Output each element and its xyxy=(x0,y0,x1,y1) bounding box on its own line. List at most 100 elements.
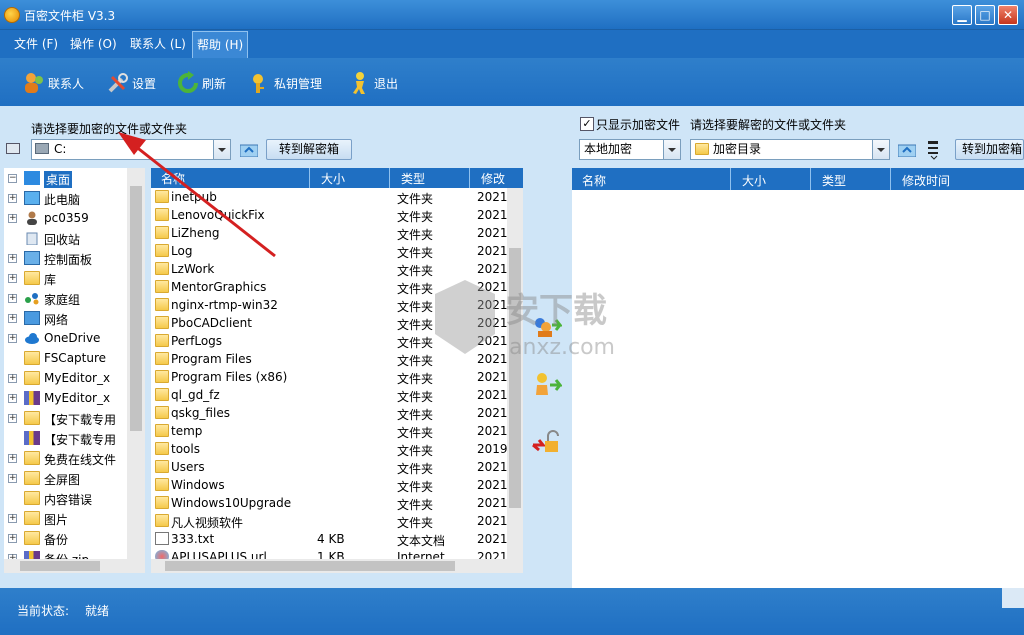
folder-icon xyxy=(695,143,709,155)
file-type: 文本文档 xyxy=(397,534,446,548)
minimize-button[interactable]: ▁ xyxy=(952,5,972,25)
folder-icon xyxy=(155,280,169,293)
tree-item[interactable]: + 图片 xyxy=(4,508,127,528)
expand-toggle-icon[interactable]: + xyxy=(8,374,17,383)
tree-item[interactable]: + 家庭组 xyxy=(4,288,127,308)
folder-icon xyxy=(155,298,169,311)
folder-up-icon[interactable] xyxy=(897,143,917,158)
col-size[interactable]: 大小 xyxy=(742,172,766,189)
file-row[interactable]: ql_gd_fz 文件夹 2021- xyxy=(151,386,512,404)
tree-item-label: OneDrive xyxy=(44,331,101,345)
file-size: 4 KB xyxy=(317,532,345,546)
file-name: Windows xyxy=(171,478,225,492)
expand-toggle-icon[interactable]: + xyxy=(8,334,17,343)
file-row[interactable]: Windows 文件夹 2021- xyxy=(151,476,512,494)
tree-item[interactable]: + MyEditor_x xyxy=(4,388,127,408)
tree-item[interactable]: + OneDrive xyxy=(4,328,127,348)
chevron-down-icon[interactable] xyxy=(872,140,889,159)
col-size[interactable]: 大小 xyxy=(321,170,345,187)
tree-item[interactable]: 内容错误 xyxy=(4,488,127,508)
network-icon xyxy=(24,311,40,325)
file-name: 凡人视频软件 xyxy=(171,516,244,530)
folder-icon xyxy=(155,352,169,365)
file-type: 文件夹 xyxy=(397,228,434,242)
tree-horizontal-scrollbar[interactable] xyxy=(4,559,145,573)
file-row[interactable]: 凡人视频软件 文件夹 2021- xyxy=(151,512,512,530)
expand-toggle-icon[interactable]: + xyxy=(8,534,17,543)
tree-item[interactable]: 【安下载专用 xyxy=(4,428,127,448)
tree-item[interactable]: + 库 xyxy=(4,268,127,288)
file-name: PerfLogs xyxy=(171,334,223,348)
tree-hscroll-thumb[interactable] xyxy=(20,561,100,571)
expand-toggle-icon[interactable]: + xyxy=(8,414,17,423)
file-row[interactable]: tools 文件夹 2019- xyxy=(151,440,512,458)
expand-toggle-icon[interactable]: + xyxy=(8,394,17,403)
col-type[interactable]: 类型 xyxy=(822,172,846,189)
tree-item[interactable]: + 【安下载专用 xyxy=(4,408,127,428)
expand-toggle-icon[interactable]: + xyxy=(8,294,17,303)
file-type: 文件夹 xyxy=(397,516,434,530)
maximize-button[interactable]: □ xyxy=(975,5,995,25)
col-type[interactable]: 类型 xyxy=(401,170,425,187)
file-horizontal-scrollbar[interactable] xyxy=(151,559,523,573)
location-select[interactable]: 本地加密 xyxy=(579,139,681,160)
goto-encrypt-box-button[interactable]: 转到加密箱 xyxy=(955,139,1024,160)
folder-icon xyxy=(155,334,169,347)
file-name: qskg_files xyxy=(171,406,230,420)
folder-icon xyxy=(155,370,169,383)
expand-toggle-icon[interactable]: + xyxy=(8,314,17,323)
tree-item-label: MyEditor_x xyxy=(44,371,111,385)
chevron-down-icon[interactable] xyxy=(663,140,680,159)
file-name: Windows10Upgrade xyxy=(171,496,292,510)
expand-toggle-icon[interactable]: + xyxy=(8,454,17,463)
tree-item[interactable]: FSCapture xyxy=(4,348,127,368)
tree-item-label: 【安下载专用 xyxy=(44,413,117,427)
folder-icon xyxy=(155,478,169,491)
expand-toggle-icon[interactable]: + xyxy=(8,274,17,283)
tree-item[interactable]: + 备份 xyxy=(4,528,127,548)
folder-icon xyxy=(155,514,169,527)
file-type: 文件夹 xyxy=(397,444,434,458)
show-encrypted-checkbox[interactable]: ✓ xyxy=(580,117,594,131)
decrypt-button[interactable] xyxy=(531,430,561,456)
folder-icon xyxy=(24,371,40,385)
col-modified[interactable]: 修改时间 xyxy=(902,172,950,189)
expand-toggle-icon[interactable]: + xyxy=(8,514,17,523)
folder-icon xyxy=(24,351,40,365)
folder-icon xyxy=(155,442,169,455)
tree-item-label: FSCapture xyxy=(44,351,107,365)
file-row[interactable]: Users 文件夹 2021- xyxy=(151,458,512,476)
file-row[interactable]: Program Files (x86) 文件夹 2021- xyxy=(151,368,512,386)
list-view-icon[interactable] xyxy=(927,140,941,160)
tree-item[interactable]: + 免费在线文件 xyxy=(4,448,127,468)
exit-icon xyxy=(348,71,372,95)
text-file-icon xyxy=(155,532,169,545)
file-name: PboCADclient xyxy=(171,316,252,330)
right-panel-label: 请选择要解密的文件或文件夹 xyxy=(690,118,847,132)
file-name: nginx-rtmp-win32 xyxy=(171,298,278,312)
file-type: 文件夹 xyxy=(397,426,434,440)
file-row[interactable]: temp 文件夹 2021- xyxy=(151,422,512,440)
tree-item[interactable]: + MyEditor_x xyxy=(4,368,127,388)
library-icon xyxy=(24,271,40,285)
file-row[interactable]: 333.txt 4 KB 文本文档 2021- xyxy=(151,530,512,548)
close-button[interactable]: ✕ xyxy=(998,5,1018,25)
file-name: MentorGraphics xyxy=(171,280,267,294)
expand-toggle-icon[interactable]: + xyxy=(8,474,17,483)
file-name: 333.txt xyxy=(171,532,215,546)
exit-button[interactable]: 退出 xyxy=(348,68,398,98)
file-type: 文件夹 xyxy=(397,498,434,512)
tree-item-label: 全屏图 xyxy=(44,473,81,487)
encrypt-button[interactable] xyxy=(532,371,564,397)
col-name[interactable]: 名称 xyxy=(582,172,606,189)
file-hscroll-thumb[interactable] xyxy=(165,561,455,571)
encrypted-dir-select[interactable]: 加密目录 xyxy=(690,139,890,160)
file-row[interactable]: qskg_files 文件夹 2021- xyxy=(151,404,512,422)
tree-item[interactable]: + 全屏图 xyxy=(4,468,127,488)
col-modified[interactable]: 修改 xyxy=(481,170,505,187)
file-vertical-scrollbar[interactable] xyxy=(507,188,523,559)
status-label: 当前状态: xyxy=(17,604,70,618)
tree-item[interactable]: + 网络 xyxy=(4,308,127,328)
file-row[interactable]: Windows10Upgrade 文件夹 2021- xyxy=(151,494,512,512)
status-value: 就绪 xyxy=(85,604,110,618)
